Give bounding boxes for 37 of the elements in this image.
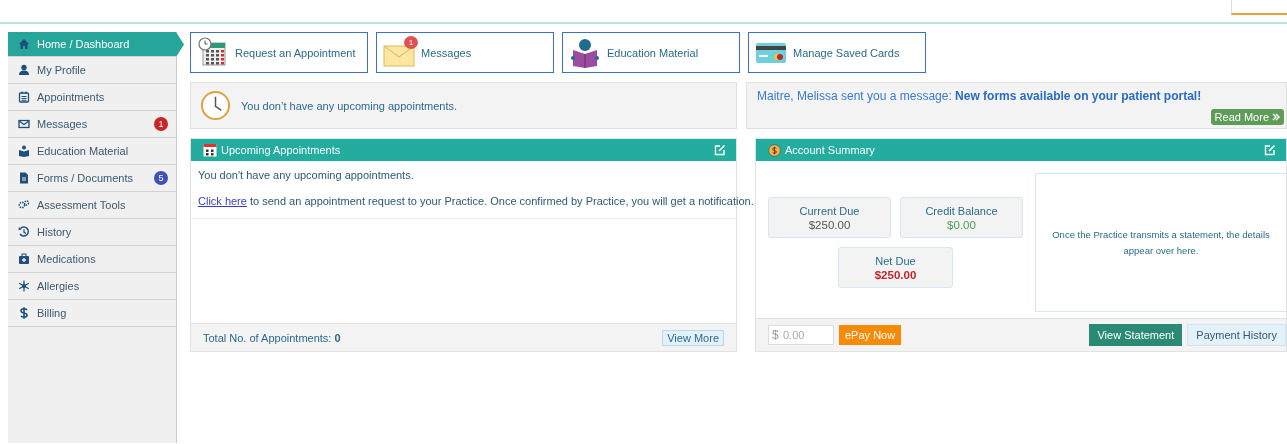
request-instructions: Click here to send an appointment request to your Practice. Once confirmed by Practice, you will get a notification. — [198, 195, 754, 207]
sidebar-item-label: History — [37, 226, 73, 238]
tile-label: Credit Balance — [925, 204, 998, 217]
sidebar-item-label: Messages — [37, 118, 89, 130]
empty-message: You don't have any upcoming appointments. — [198, 169, 414, 181]
tile-amount: $0.00 — [947, 218, 976, 231]
shortcut-button[interactable]: Education Material — [562, 32, 740, 73]
panel-title: Account Summary — [785, 144, 876, 156]
currency-symbol: $ — [772, 328, 779, 342]
tile-amount: $250.00 — [808, 218, 851, 231]
view-more-button[interactable]: View More — [662, 329, 724, 346]
sidebar-item-label: Assessment Tools — [37, 199, 127, 211]
shortcut-button[interactable]: Request an Appointment — [190, 32, 368, 73]
total-appointments: Total No. of Appointments: 0 — [203, 331, 341, 344]
panel-title: Upcoming Appointments — [221, 144, 342, 156]
count-badge: 1 — [154, 117, 168, 131]
tile-label: Current Due — [799, 204, 860, 217]
payment-history-button[interactable]: Payment History — [1187, 324, 1286, 346]
view-statement-button[interactable]: View Statement — [1089, 324, 1183, 346]
statement-note: Once the Practice transmits a statement, the details appear over here. — [1035, 173, 1286, 312]
shortcut-button[interactable]: Manage Saved Cards — [748, 32, 926, 73]
notice-text: You don’t have any upcoming appointments. — [241, 99, 458, 112]
sidebar-item-label: Allergies — [37, 280, 81, 292]
sidebar-item-label: Billing — [37, 307, 68, 319]
message-text: Maitre, Melissa sent you a message: New forms available on your patient portal! — [757, 89, 1202, 103]
sidebar-item-label: Education Material — [37, 145, 130, 157]
sidebar-item-label: My Profile — [37, 64, 87, 76]
sidebar-item-label: Appointments — [37, 91, 106, 103]
count-badge: 5 — [154, 171, 168, 185]
sidebar-item-label: Forms / Documents — [37, 172, 134, 184]
shortcut-button[interactable]: 1 Messages — [376, 32, 554, 73]
click-here-link[interactable]: Click here — [198, 195, 247, 207]
sidebar-item-label: Medications — [37, 253, 97, 265]
count-badge: 1 — [404, 36, 418, 49]
sidebar-item-label: Home / Dashboard — [37, 38, 131, 50]
tile-amount: $250.00 — [874, 268, 917, 281]
tile-label: Net Due — [875, 254, 916, 267]
